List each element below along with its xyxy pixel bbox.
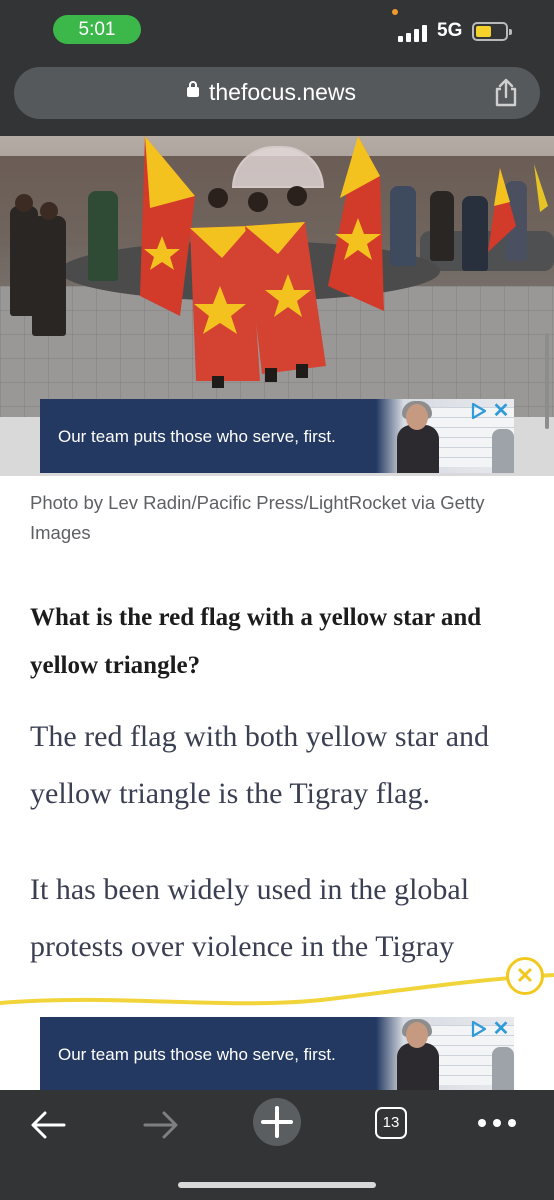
forward-arrow-icon[interactable] bbox=[143, 1110, 179, 1140]
lock-icon bbox=[187, 81, 199, 97]
sticky-ad-close-icon[interactable]: ✕ bbox=[506, 957, 544, 995]
cellular-signal-icon bbox=[398, 25, 432, 42]
status-time: 5:01 bbox=[53, 15, 141, 44]
ad-close-icon[interactable]: ✕ bbox=[491, 1019, 511, 1039]
url-text: thefocus.news bbox=[209, 79, 357, 105]
address-bar[interactable]: thefocus.news bbox=[14, 67, 540, 119]
tab-switcher-button[interactable]: 13 bbox=[375, 1107, 407, 1139]
page-scrollbar[interactable] bbox=[545, 333, 549, 429]
photo-caption: Photo by Lev Radin/Pacific Press/LightRo… bbox=[30, 492, 485, 543]
ad-choices-icon[interactable] bbox=[470, 402, 488, 420]
ad-headline: Our team puts those who serve, first. bbox=[58, 427, 336, 446]
privacy-indicator-dot bbox=[392, 9, 398, 15]
battery-icon bbox=[472, 22, 512, 41]
more-dots-icon[interactable] bbox=[477, 1115, 517, 1131]
ad-headline: Our team puts those who serve, first. bbox=[58, 1045, 336, 1064]
battery-level-fill bbox=[476, 26, 491, 37]
ad-choices-icon[interactable] bbox=[470, 1020, 488, 1038]
network-type: 5G bbox=[437, 20, 463, 41]
new-tab-button[interactable] bbox=[253, 1098, 301, 1146]
advertisement-banner-bottom[interactable]: Our team puts those who serve, first. ✕ bbox=[40, 1017, 514, 1091]
share-icon[interactable] bbox=[492, 78, 520, 108]
article-subheading: What is the red flag with a yellow star … bbox=[30, 604, 482, 679]
back-arrow-icon[interactable] bbox=[30, 1110, 66, 1140]
browser-toolbar: 13 bbox=[0, 1090, 554, 1200]
home-indicator[interactable] bbox=[178, 1182, 376, 1188]
article-paragraph-answer: The red flag with both yellow star and y… bbox=[30, 720, 490, 810]
browser-top-chrome: 5:01 5G thefocus.news bbox=[0, 0, 554, 136]
advertisement-banner-top[interactable]: Our team puts those who serve, first. ✕ bbox=[40, 399, 514, 473]
tigray-flags bbox=[140, 136, 548, 388]
ad-close-icon[interactable]: ✕ bbox=[491, 401, 511, 421]
plus-icon bbox=[261, 1106, 293, 1138]
